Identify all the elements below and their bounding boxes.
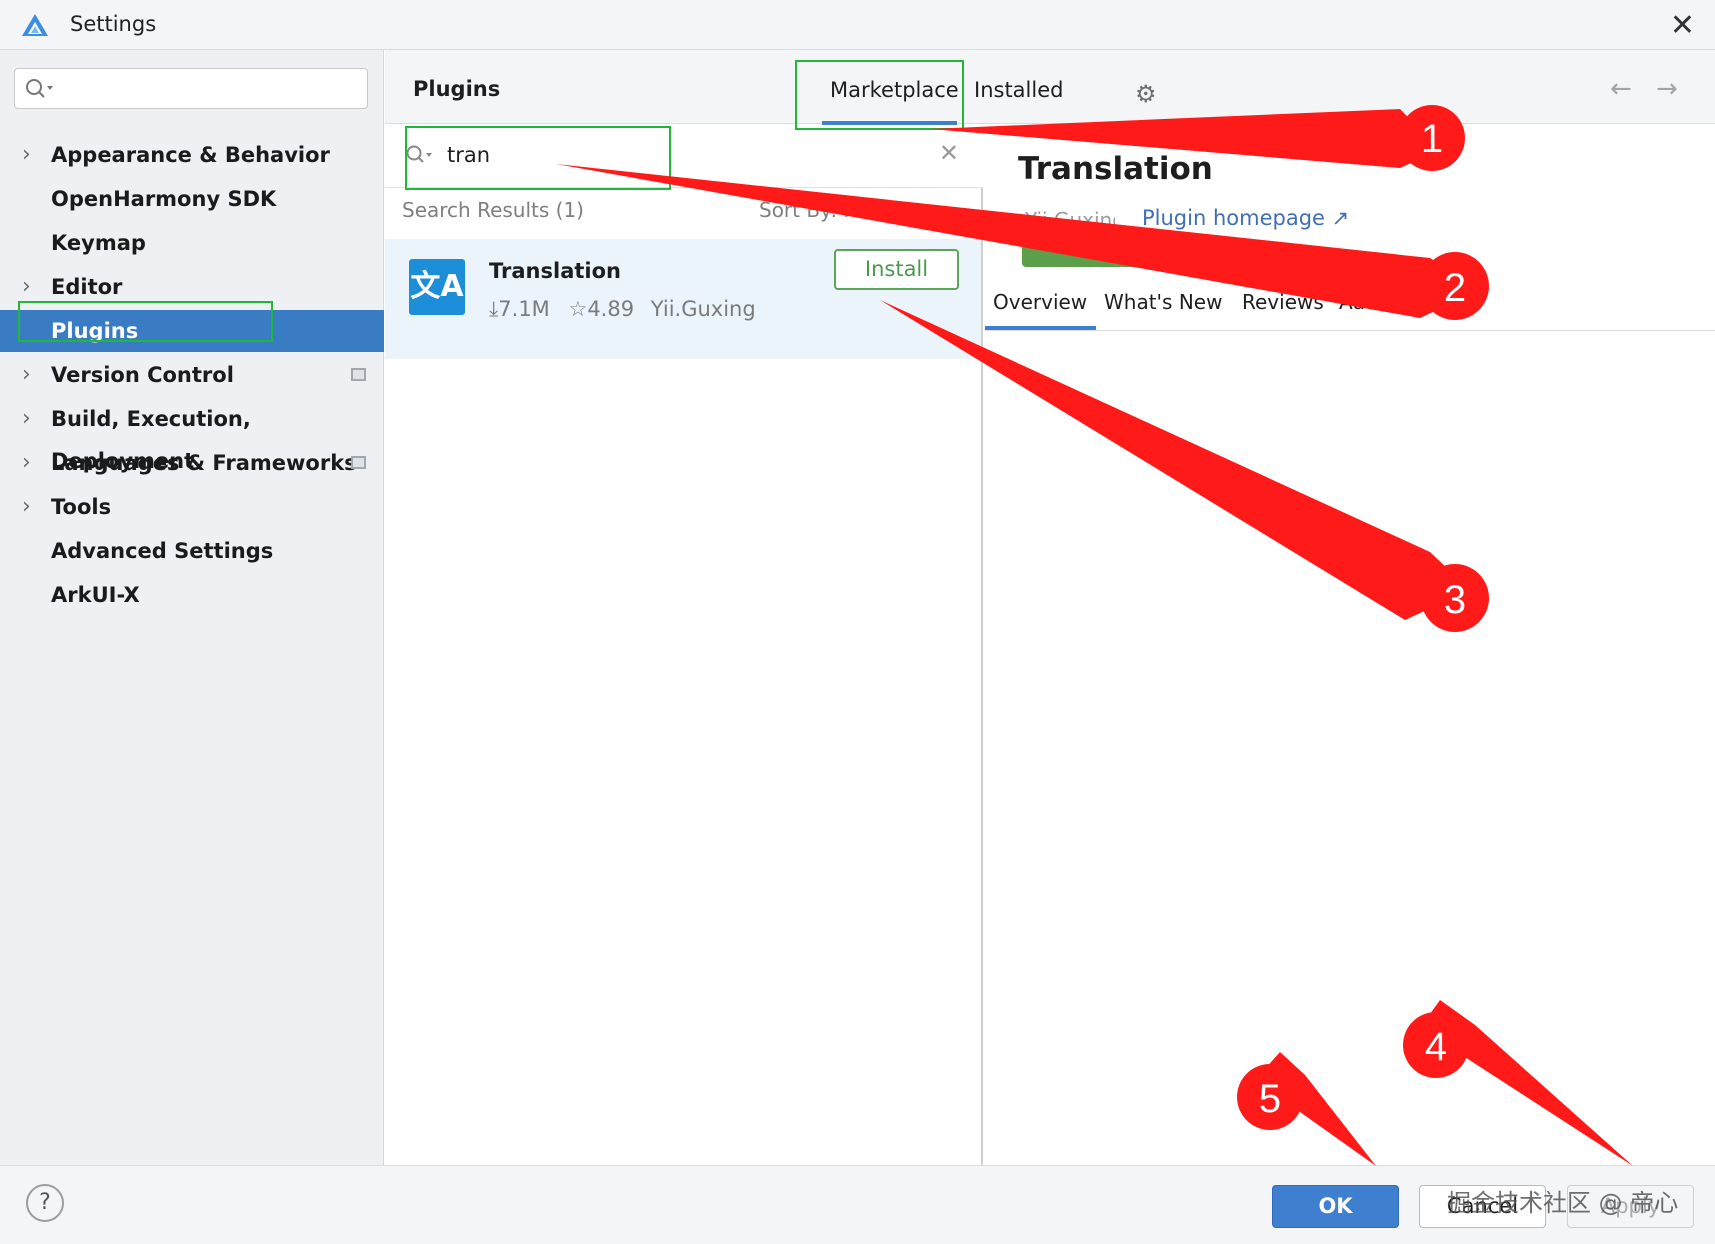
dialog-footer: ? OK Cancel Apply 掘金技术社区 @ 帝心 (0, 1165, 1715, 1244)
help-button[interactable]: ? (26, 1184, 64, 1222)
forward-arrow-icon[interactable]: → (1656, 74, 1678, 104)
list-item[interactable]: 文A Translation ⤓7.1M ☆4.89 Yii.Guxing In… (385, 239, 981, 359)
sidebar-item-appearance-behavior[interactable]: › Appearance & Behavior (0, 134, 384, 176)
tab-additional-info[interactable]: Additional Info (1339, 290, 1484, 314)
sidebar-item-openharmony-sdk[interactable]: OpenHarmony SDK (0, 178, 384, 220)
plugin-search-field[interactable]: tran ✕ (385, 125, 983, 188)
sidebar-item-editor[interactable]: › Editor (0, 266, 384, 308)
tab-whats-new[interactable]: What's New (1104, 290, 1222, 314)
chevron-right-icon: › (22, 274, 31, 299)
chevron-right-icon: › (22, 406, 31, 431)
sidebar-item-plugins[interactable]: Plugins (0, 310, 384, 352)
sidebar-item-label: Advanced Settings (51, 539, 274, 563)
tab-marketplace[interactable]: Marketplace (830, 78, 959, 102)
sidebar-item-build-execution-deployment[interactable]: › Build, Execution, Deployment (0, 398, 384, 473)
plugin-search-value[interactable]: tran (447, 143, 490, 167)
sidebar-item-label: ArkUI-X (51, 583, 140, 607)
tab-installed[interactable]: Installed (974, 78, 1063, 102)
chevron-right-icon: › (22, 142, 31, 167)
title-bar: Settings ✕ (0, 0, 1715, 50)
sidebar-item-label: Tools (51, 495, 112, 519)
plugin-meta: ⤓7.1M ☆4.89 Yii.Guxing (489, 297, 756, 322)
sidebar-item-label: Plugins (51, 319, 139, 343)
chevron-right-icon: › (22, 494, 31, 519)
sidebar-item-languages-frameworks[interactable]: › Languages & Frameworks (0, 442, 384, 484)
plugin-vendor: Yii.Guxing (650, 297, 756, 321)
ok-button[interactable]: OK (1272, 1185, 1399, 1228)
sidebar-item-arkui-x[interactable]: ArkUI-X (0, 574, 384, 616)
watermark: 掘金技术社区 @ 帝心 (1447, 1189, 1679, 1217)
plugin-name: Translation (489, 259, 621, 283)
gear-icon[interactable]: ⚙ (1135, 80, 1157, 108)
plugin-detail-pane: Translation Yii.Guxing Plugin homepage ↗… (985, 125, 1715, 1165)
sidebar-item-label: Version Control (51, 363, 234, 387)
sidebar-item-label: Languages & Frameworks (51, 451, 357, 475)
search-icon (406, 145, 432, 163)
sidebar-item-advanced-settings[interactable]: Advanced Settings (0, 530, 384, 572)
settings-search-input[interactable] (14, 68, 368, 109)
project-level-icon (351, 456, 366, 469)
translation-plugin-icon: 文A (409, 259, 465, 315)
sidebar-item-label: Appearance & Behavior (51, 143, 330, 167)
project-level-icon (351, 368, 366, 381)
window-title: Settings (70, 12, 157, 36)
detail-vendor: Yii.Guxing (1025, 208, 1115, 230)
sidebar-item-label: OpenHarmony SDK (51, 187, 277, 211)
sort-by-dropdown[interactable]: Sort By: Re (759, 198, 869, 222)
back-arrow-icon[interactable]: ← (1610, 74, 1632, 104)
sidebar-item-label: Keymap (51, 231, 146, 255)
plugins-header: Plugins Marketplace Installed ⚙ ← → (385, 50, 1715, 125)
detail-install-button[interactable] (1022, 247, 1147, 267)
clear-icon[interactable]: ✕ (939, 139, 959, 167)
rating-value: ☆4.89 (568, 297, 635, 321)
chevron-right-icon: › (22, 362, 31, 387)
downloads-count: ⤓7.1M (489, 297, 550, 321)
sidebar-item-keymap[interactable]: Keymap (0, 222, 384, 264)
chevron-right-icon: › (22, 450, 31, 475)
detail-title: Translation (1018, 151, 1213, 187)
install-button[interactable]: Install (834, 249, 959, 290)
close-icon[interactable]: ✕ (1670, 8, 1695, 43)
search-icon (26, 79, 53, 98)
sidebar-item-label: Editor (51, 275, 123, 299)
plugin-homepage-link[interactable]: Plugin homepage ↗ (1142, 206, 1349, 230)
results-heading: Search Results (1) (402, 198, 584, 222)
tab-overview[interactable]: Overview (993, 290, 1087, 314)
sidebar-item-version-control[interactable]: › Version Control (0, 354, 384, 396)
tab-reviews[interactable]: Reviews (1242, 290, 1324, 314)
plugin-results-pane: tran ✕ Search Results (1) Sort By: Re 文A… (385, 125, 983, 1165)
settings-sidebar: › Appearance & Behavior OpenHarmony SDK … (0, 50, 384, 1165)
divider (985, 330, 1715, 331)
page-title: Plugins (413, 77, 501, 101)
app-logo-icon (22, 14, 48, 36)
sidebar-item-tools[interactable]: › Tools (0, 486, 384, 528)
